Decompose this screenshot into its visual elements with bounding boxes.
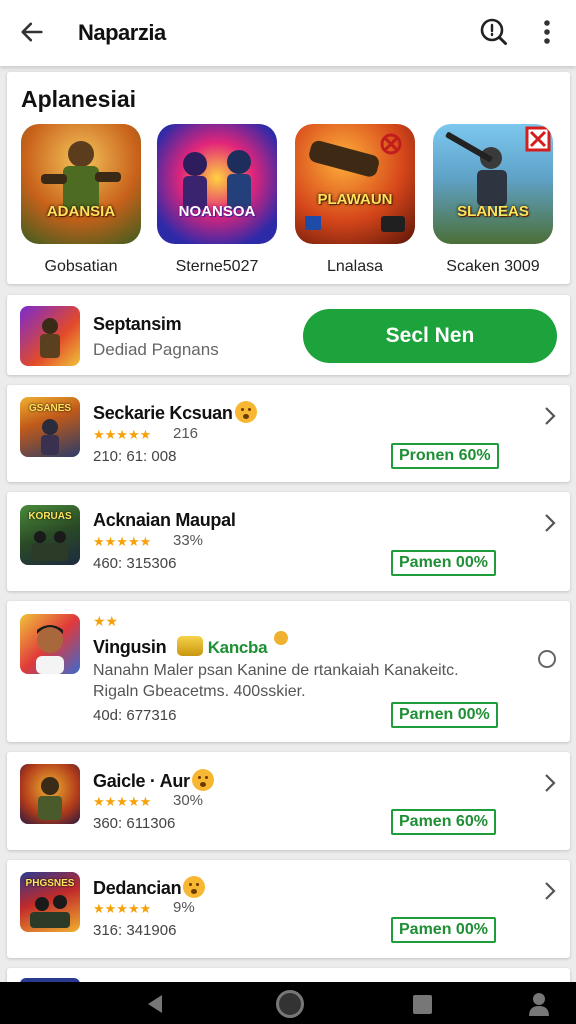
promo-app-card[interactable]: Septansim Dediad Pagnans Secl Nen (7, 295, 570, 375)
featured-section: Aplanesiai ADANSIA Gobsatian NOANSOA Ste… (7, 72, 570, 284)
featured-app-name: Lnalasa (326, 258, 384, 275)
chevron-right-icon[interactable] (542, 405, 558, 427)
system-nav-bar (0, 982, 576, 1024)
featured-app-name: Scaken 3009 (446, 258, 540, 275)
badge-coin-icon (274, 631, 288, 645)
app-name: Dedancian (93, 876, 206, 899)
app-icon: KORUAS (20, 505, 80, 565)
app-description-line1: Nanahn Maler psan Kanine de rtankaiah Ka… (93, 662, 459, 679)
app-size: 316: 341906 (93, 922, 177, 939)
app-icon-label: KORUAS (28, 511, 72, 522)
app-name: Septansim (93, 314, 182, 334)
home-circle-icon[interactable] (276, 990, 304, 1018)
app-subtitle: Dediad Pagnans (93, 340, 219, 359)
star-rating-icon: ★★★★★ (93, 794, 152, 809)
app-icon (20, 764, 80, 824)
app-icon (20, 306, 80, 366)
app-description-line2: Rigaln Gbeacetms. 400sskier. (93, 683, 306, 700)
featured-app-4[interactable]: SLANEAS Scaken 3009 (431, 124, 555, 276)
radio-icon[interactable] (537, 649, 557, 669)
app-icon-label: SLANEAS (457, 203, 529, 220)
emoji-icon (183, 876, 206, 898)
app-bar: Naparzia (0, 0, 576, 66)
emoji-icon (191, 769, 214, 791)
search-icon[interactable] (478, 17, 508, 47)
more-vertical-icon[interactable] (536, 17, 558, 47)
app-list-item-expanded[interactable]: ★★ Vingusin Kancba Nanahn Maler psan Kan… (7, 601, 570, 742)
rating-value: 9% (173, 899, 195, 916)
app-icon: PHGSNES (20, 872, 80, 932)
app-icon-label: PLAWAUN (317, 191, 393, 208)
star-rating-icon: ★★★★★ (93, 534, 152, 549)
rating-value: 216 (173, 425, 199, 442)
featured-app-3[interactable]: PLAWAUN Lnalasa (293, 124, 417, 276)
chevron-right-icon[interactable] (542, 512, 558, 534)
discount-badge: Pamen 60% (391, 809, 496, 835)
back-triangle-icon[interactable] (146, 994, 164, 1014)
arrow-left-icon[interactable] (18, 18, 46, 46)
app-icon-label: GSANES (28, 403, 72, 414)
coins-icon (176, 636, 203, 656)
app-icon: SLANEAS (433, 124, 553, 244)
chevron-right-icon[interactable] (542, 880, 558, 902)
app-list-item[interactable]: KORUAS Acknaian Maupal ★★★★★ 33% 460: 31… (7, 492, 570, 591)
discount-badge: Pronen 60% (391, 443, 499, 469)
app-icon: ADANSIA (21, 124, 141, 244)
app-name: Gaicle · Aur (93, 769, 214, 792)
discount-badge: Pamen 00% (391, 550, 496, 576)
featured-app-name: Gobsatian (44, 258, 118, 275)
app-icon: NOANSOA (157, 124, 277, 244)
app-icon: GSANES (20, 397, 80, 457)
recent-square-icon[interactable] (413, 995, 432, 1014)
app-name: Seckarie Kcsuan (93, 401, 257, 424)
featured-app-1[interactable]: ADANSIA Gobsatian (19, 124, 143, 276)
app-size: 40d: 677316 (93, 707, 177, 724)
app-name: Acknaian Maupal (93, 510, 236, 530)
app-size: 360: 611306 (93, 815, 176, 832)
app-list-item[interactable]: GSANES Seckarie Kcsuan ★★★★★ 216 210: 61… (7, 385, 570, 482)
chevron-right-icon[interactable] (542, 772, 558, 794)
app-size: 210: 61: 008 (93, 448, 177, 465)
section-title: Aplanesiai (21, 86, 137, 112)
app-icon-label: PHGSNES (25, 878, 75, 889)
badge-text: Kancba (207, 638, 268, 657)
app-list-item[interactable]: Gaicle · Aur ★★★★★ 30% 360: 611306 Pamen… (7, 752, 570, 850)
rating-value: 30% (173, 792, 204, 809)
discount-badge: Pamen 00% (391, 917, 496, 943)
install-button[interactable]: Secl Nen (303, 309, 557, 363)
featured-app-2[interactable]: NOANSOA Sterne5027 (155, 124, 279, 276)
rating-value: 33% (173, 532, 204, 549)
app-icon: PLAWAUN (295, 124, 415, 244)
discount-badge: Parnen 00% (391, 702, 498, 728)
app-avatar (20, 614, 80, 674)
star-rating-icon: ★★★★★ (93, 427, 152, 442)
emoji-icon (234, 401, 257, 423)
person-icon[interactable] (528, 992, 550, 1016)
app-name: Vingusin Kancba (93, 631, 288, 658)
page-title: Naparzia (78, 20, 166, 45)
star-rating-icon: ★★ (93, 613, 119, 629)
app-icon-label: NOANSOA (178, 203, 256, 220)
app-list-item[interactable]: PHGSNES Dedancian ★★★★★ 9% 316: 341906 P… (7, 860, 570, 958)
featured-app-name: Sterne5027 (175, 258, 259, 275)
app-size: 460: 315306 (93, 555, 177, 572)
app-icon-label: ADANSIA (46, 203, 116, 220)
star-rating-icon: ★★★★★ (93, 901, 152, 916)
